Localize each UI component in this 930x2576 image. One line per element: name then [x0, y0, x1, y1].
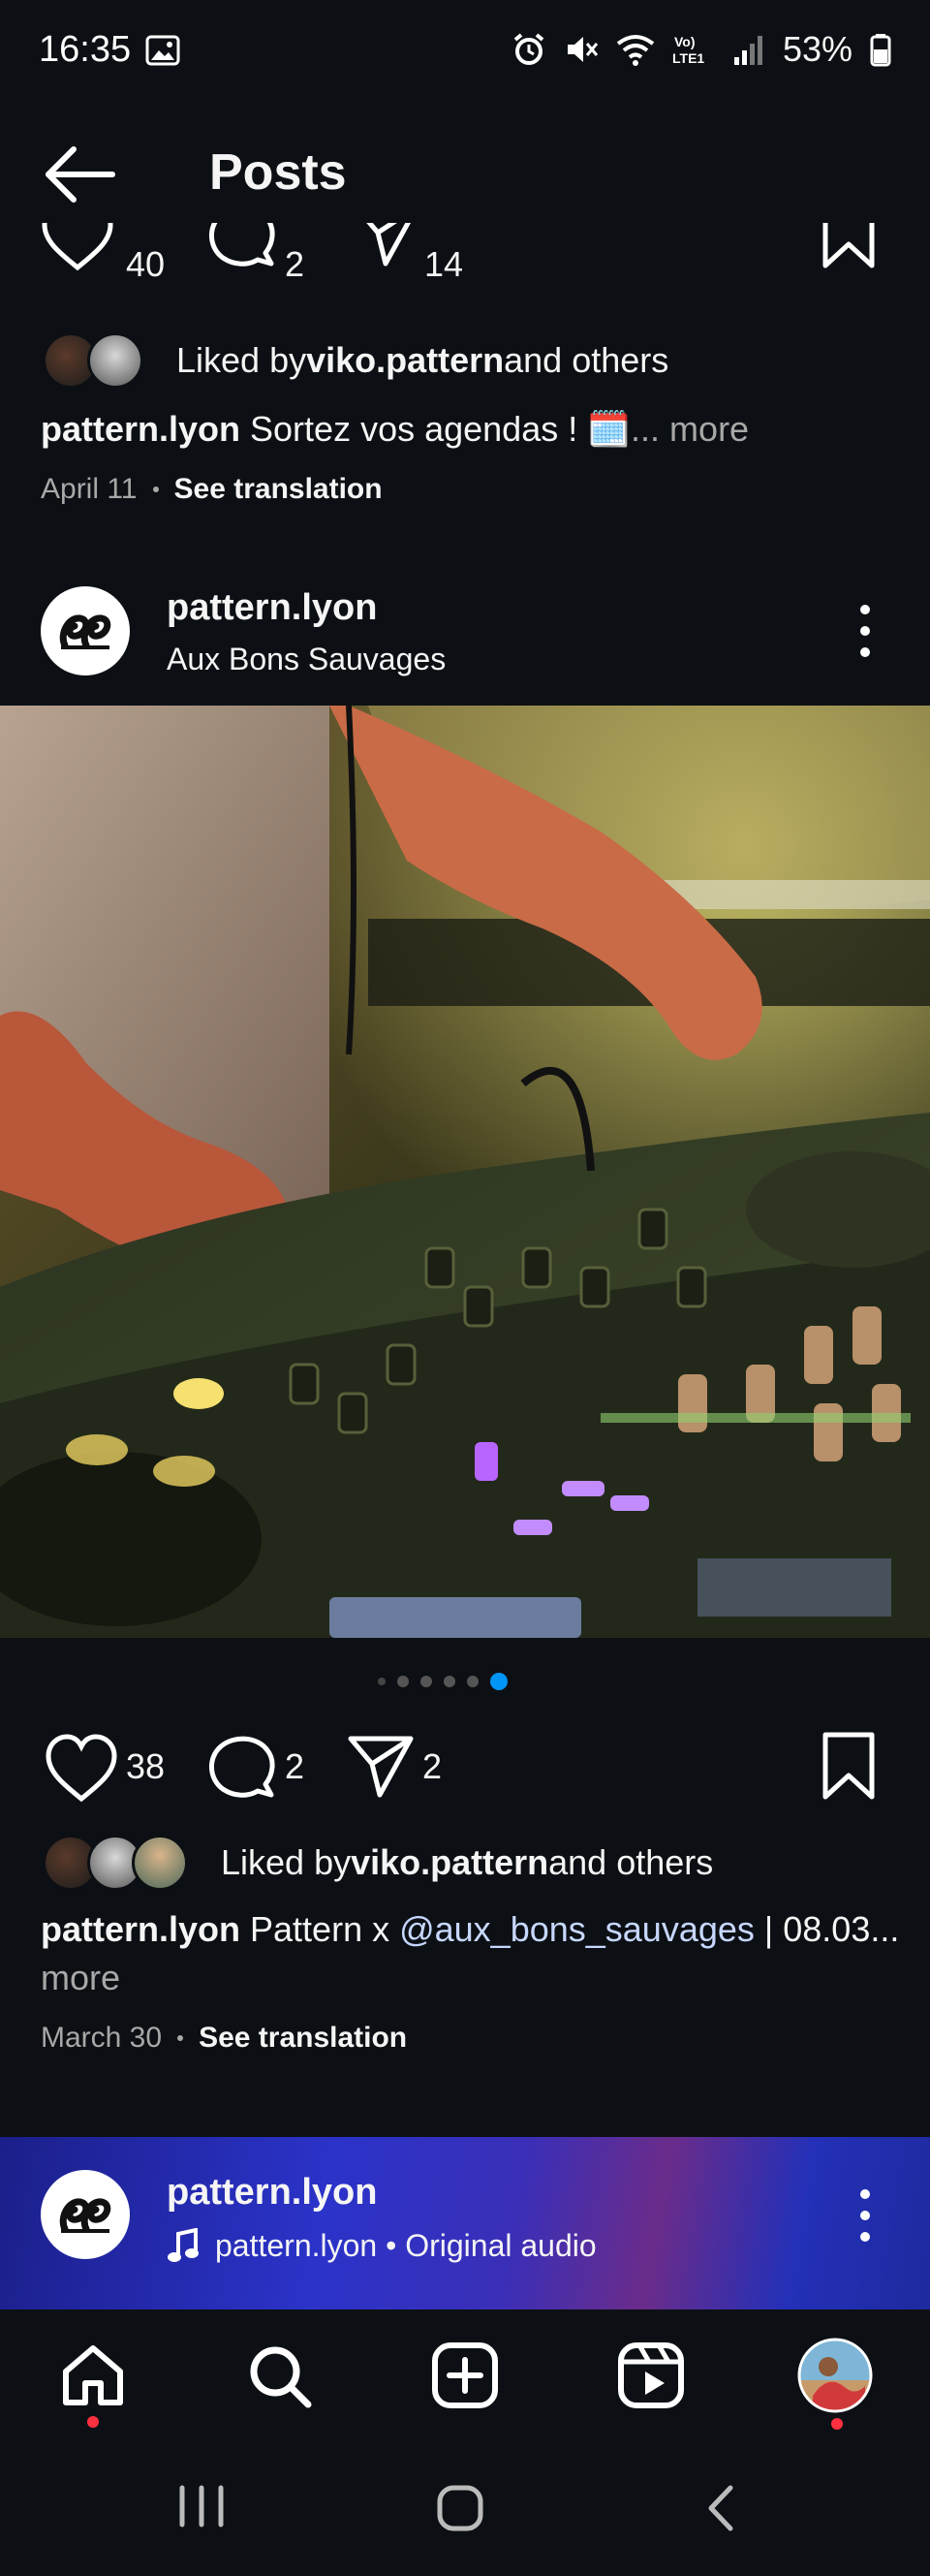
post2-caption: pattern.lyon Pattern x @aux_bons_sauvage… — [41, 1905, 903, 2002]
comment-button[interactable] — [205, 223, 277, 271]
search-icon — [250, 2346, 312, 2408]
page-title: Posts — [209, 144, 347, 201]
carousel-dot — [378, 1678, 386, 1685]
post3-avatar[interactable] — [41, 2170, 130, 2259]
liked-by-prefix: Liked by — [221, 1842, 352, 1882]
post2-more-button[interactable] — [858, 605, 872, 657]
liker-avatar — [87, 332, 143, 389]
post-date: March 30 — [41, 2022, 163, 2054]
post2-liked-by[interactable]: Liked by viko.pattern and others — [43, 1834, 713, 1892]
caption-text: Sortez vos agendas ! 🗓️ — [240, 409, 632, 449]
post2-actions: 38 2 2 — [0, 1715, 930, 1812]
see-translation-link[interactable]: See translation — [199, 2022, 407, 2055]
nav-home[interactable] — [54, 2337, 132, 2414]
caption-more[interactable]: more — [41, 1958, 120, 1997]
svg-text:Vo): Vo) — [674, 34, 696, 49]
carousel-dot-active — [490, 1673, 508, 1690]
recent-apps-button[interactable] — [174, 2484, 229, 2529]
separator-dot — [152, 487, 159, 492]
gallery-notification-icon — [145, 35, 180, 66]
carousel-dot — [420, 1676, 432, 1687]
carousel-dot — [397, 1676, 409, 1687]
battery-icon — [870, 34, 891, 67]
post1-like-count[interactable]: 40 — [126, 244, 165, 285]
mute-icon — [567, 37, 599, 62]
post3-more-button[interactable] — [858, 2189, 872, 2242]
nav-create[interactable] — [426, 2337, 504, 2414]
reels-icon — [618, 2342, 684, 2408]
like-button[interactable] — [39, 223, 116, 273]
nav-reels[interactable] — [612, 2337, 690, 2414]
liked-by-suffix: and others — [548, 1842, 714, 1882]
post2-share-count[interactable]: 2 — [422, 1746, 442, 1787]
post3-audio[interactable]: pattern.lyon • Original audio — [215, 2228, 597, 2264]
caption-mention[interactable]: @aux_bons_sauvages — [399, 1909, 755, 1949]
save-button[interactable] — [820, 223, 878, 271]
alarm-icon — [513, 33, 544, 65]
profile-notification-dot — [831, 2418, 843, 2430]
save-button[interactable] — [820, 1731, 878, 1803]
back-button[interactable] — [43, 141, 120, 208]
post3-username[interactable]: pattern.lyon — [167, 2172, 377, 2214]
battery-percent: 53% — [782, 29, 852, 69]
more-vertical-icon — [860, 605, 870, 614]
post1-caption: pattern.lyon Sortez vos agendas ! 🗓️... … — [41, 405, 893, 454]
home-icon — [63, 2345, 123, 2405]
see-translation-link[interactable]: See translation — [174, 473, 383, 506]
caption-tail: | 08.03... — [754, 1909, 900, 1949]
arrow-left-icon — [46, 146, 115, 203]
post1-actions: 40 2 14 — [0, 223, 930, 300]
post1-liked-by[interactable]: Liked by viko.pattern and others — [43, 331, 668, 390]
nav-search[interactable] — [240, 2337, 318, 2414]
home-notification-dot — [87, 2416, 99, 2428]
like-button[interactable] — [43, 1731, 120, 1805]
carousel-indicator — [378, 1673, 508, 1690]
post1-comment-count[interactable]: 2 — [285, 244, 304, 285]
carousel-dot — [444, 1676, 455, 1687]
svg-text:LTE1: LTE1 — [672, 50, 704, 66]
pattern-logo — [59, 2198, 111, 2233]
home-system-button[interactable] — [436, 2484, 484, 2532]
caption-username[interactable]: pattern.lyon — [41, 1909, 240, 1949]
volte-icon: Vo) LTE1 — [672, 34, 704, 66]
liked-by-suffix: and others — [504, 340, 669, 380]
status-icons: Vo) LTE1 53% — [512, 29, 891, 70]
post2-photo[interactable] — [0, 706, 930, 1638]
post2-location[interactable]: Aux Bons Sauvages — [167, 642, 446, 677]
share-button[interactable] — [351, 223, 422, 271]
more-vertical-icon — [860, 2189, 870, 2199]
post3-reel-header[interactable]: pattern.lyon pattern.lyon • Original aud… — [0, 2137, 930, 2309]
bottom-nav — [0, 2309, 930, 2435]
back-system-button[interactable] — [703, 2484, 738, 2532]
music-note-icon — [168, 2228, 199, 2262]
post2-comment-count[interactable]: 2 — [285, 1746, 304, 1787]
post1-meta: April 11 See translation — [41, 473, 383, 506]
caption-more[interactable]: ... more — [631, 409, 749, 449]
pattern-logo — [59, 614, 111, 649]
wifi-icon — [616, 35, 655, 66]
system-nav-bar — [0, 2435, 930, 2576]
post-date: April 11 — [41, 473, 138, 505]
separator-dot — [177, 2035, 184, 2041]
post2-avatar[interactable] — [41, 586, 130, 675]
nav-profile[interactable] — [796, 2337, 874, 2414]
carousel-dot — [467, 1676, 479, 1687]
plus-square-icon — [432, 2342, 498, 2408]
liked-by-user[interactable]: viko.pattern — [306, 340, 504, 381]
status-time: 16:35 — [39, 29, 132, 70]
post1-share-count[interactable]: 14 — [424, 244, 463, 285]
caption-username[interactable]: pattern.lyon — [41, 409, 240, 449]
post2-username[interactable]: pattern.lyon — [167, 587, 377, 629]
liked-by-prefix: Liked by — [176, 340, 307, 380]
signal-icon — [733, 36, 762, 65]
post2-like-count[interactable]: 38 — [126, 1746, 165, 1787]
post2-meta: March 30 See translation — [41, 2022, 407, 2055]
liked-by-user[interactable]: viko.pattern — [351, 1842, 548, 1883]
caption-text: Pattern x — [240, 1909, 400, 1949]
liker-avatar — [132, 1835, 188, 1891]
share-button[interactable] — [345, 1731, 417, 1803]
comment-button[interactable] — [205, 1731, 277, 1803]
dj-mixer-photo — [0, 706, 930, 1638]
profile-avatar — [797, 2338, 873, 2413]
